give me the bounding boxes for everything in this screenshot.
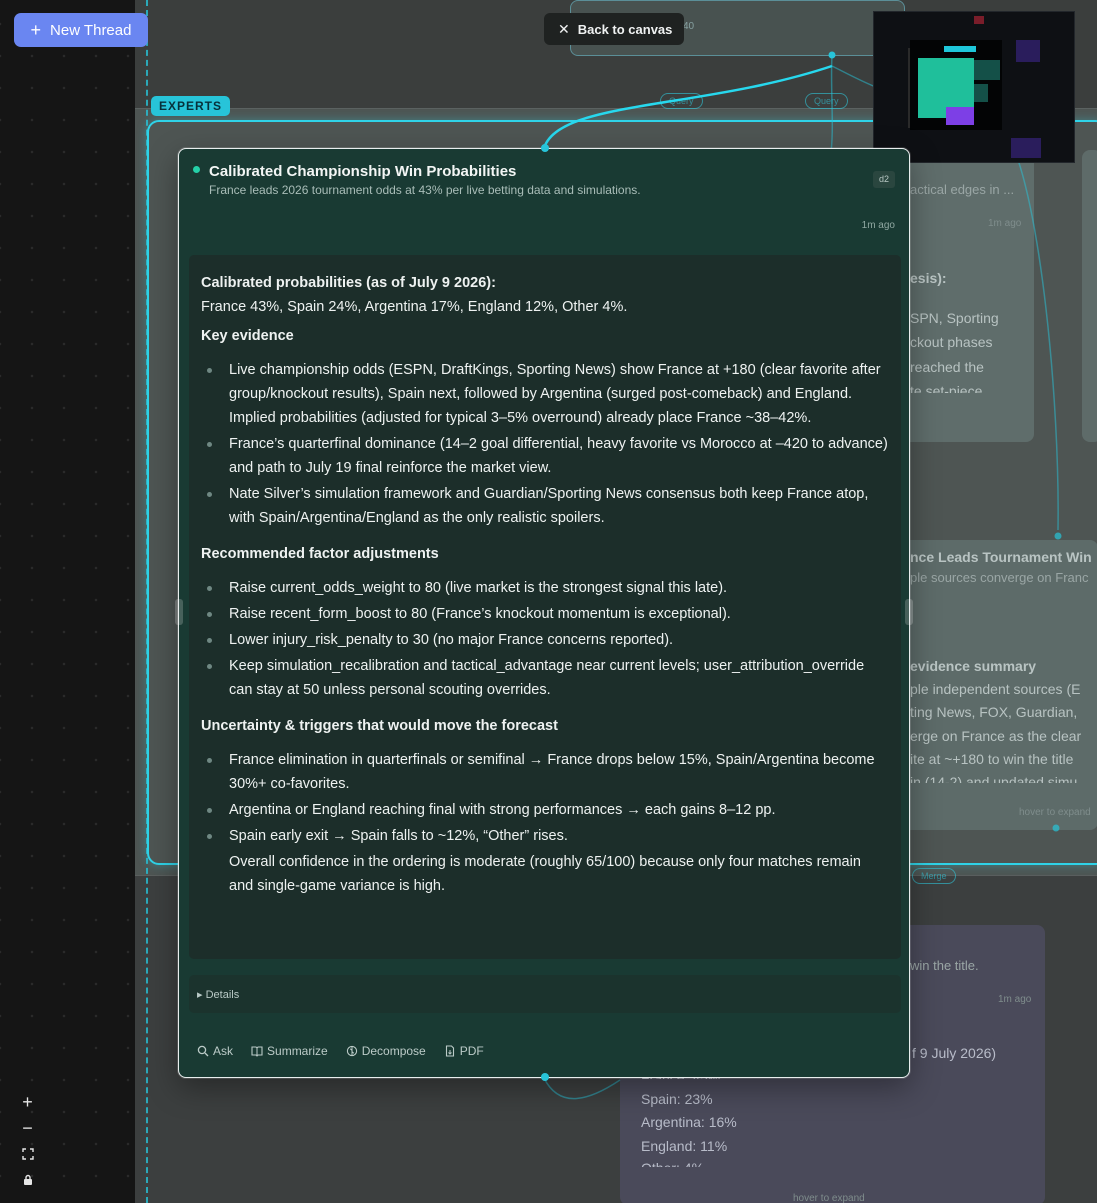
bg-card-bottom-subtitle: win the title. <box>910 958 979 973</box>
bg-card-bottom-line: England: 11% <box>641 1138 728 1154</box>
bg-card-right-1-line: reached the <box>910 359 984 375</box>
file-icon <box>445 1045 454 1057</box>
minimap-node <box>974 16 984 24</box>
brain-icon <box>346 1045 357 1057</box>
plus-icon: + <box>30 20 42 40</box>
bg-card-right-1-time: 1m ago <box>988 218 1022 229</box>
minus-icon[interactable]: − <box>14 1115 41 1141</box>
bg-card-right-1-line: ckout phases <box>910 334 993 350</box>
minimap-node <box>1011 138 1041 158</box>
list-item: France elimination in quarterfinals or s… <box>201 748 889 796</box>
card-title: Calibrated Championship Win Probabilitie… <box>209 163 517 180</box>
bg-card-right-2-line: erge on France as the clear <box>910 728 1082 744</box>
merge-pill[interactable]: Merge <box>912 868 956 884</box>
minimap[interactable] <box>873 11 1075 163</box>
new-thread-button[interactable]: + New Thread <box>14 13 148 47</box>
list-item: Live championship odds (ESPN, DraftKings… <box>201 358 889 430</box>
left-resize-handle[interactable] <box>175 599 183 625</box>
bg-card-right-2-subtitle: ple sources converge on Franc <box>910 570 1089 585</box>
card-body[interactable]: Calibrated probabilities (as of July 9 2… <box>189 255 901 959</box>
query-pill[interactable]: Query <box>660 93 703 109</box>
depth-badge: d2 <box>873 171 895 188</box>
list-item: Lower injury_risk_penalty to 30 (no majo… <box>201 628 889 652</box>
decompose-button[interactable]: Decompose <box>346 1044 426 1058</box>
list-item: Argentina or England reaching final with… <box>201 798 889 822</box>
pdf-button[interactable]: PDF <box>444 1044 484 1058</box>
closing-note: Overall confidence in the ordering is mo… <box>229 854 861 894</box>
fit-view-icon[interactable] <box>14 1141 41 1167</box>
back-to-canvas-label: Back to canvas <box>577 21 673 37</box>
card-subtitle: France leads 2026 tournament odds at 43%… <box>209 183 641 197</box>
list-item: Raise recent_form_boost to 80 (France’s … <box>201 602 889 626</box>
minimap-node <box>974 84 988 102</box>
triggers-list: France elimination in quarterfinals or s… <box>201 748 889 848</box>
bg-card-right-1-heading: esis): <box>910 270 947 286</box>
evidence-list: Live championship odds (ESPN, DraftKings… <box>201 358 889 530</box>
summarize-label: Summarize <box>267 1044 328 1058</box>
bg-card-right-2-line: ting News, FOX, Guardian, <box>910 704 1078 720</box>
list-item: Spain early exit → Spain falls to ~12%, … <box>201 824 889 848</box>
bg-card-bottom-heading: f 9 July 2026) <box>912 1045 997 1061</box>
probabilities-line: France 43%, Spain 24%, Argentina 17%, En… <box>201 299 628 315</box>
minimap-node <box>946 107 974 125</box>
zoom-controls: + − <box>14 1089 41 1193</box>
bg-card-right-1-line: SPN, Sporting <box>910 310 999 326</box>
decompose-label: Decompose <box>361 1044 426 1058</box>
bg-card-right-2-line: ite at ~+180 to win the title <box>910 751 1074 767</box>
list-item: France’s quarterfinal dominance (14–2 go… <box>201 432 889 480</box>
adjustments-list: Raise current_odds_weight to 80 (live ma… <box>201 576 889 702</box>
bg-card-right-2[interactable]: nce Leads Tournament Win ple sources con… <box>888 540 1097 830</box>
back-to-canvas-button[interactable]: ✕ Back to canvas <box>544 13 685 45</box>
bg-card-right-2-heading: evidence summary <box>910 658 1037 674</box>
minimap-node <box>944 46 976 52</box>
book-icon <box>251 1046 263 1057</box>
summarize-button[interactable]: Summarize <box>251 1044 328 1058</box>
minimap-node <box>974 60 1000 80</box>
lock-icon[interactable] <box>14 1167 41 1193</box>
search-icon <box>197 1045 209 1057</box>
details-toggle[interactable]: ▸ Details <box>189 975 901 1013</box>
section-heading: Key evidence <box>201 328 294 344</box>
bg-card-right-2-line: in (14-2) and updated simu <box>910 774 1078 783</box>
bg-card-right-2-hover-hint: hover to expand <box>1019 807 1091 818</box>
bg-card-bottom-line: Argentina: 16% <box>641 1114 737 1130</box>
bg-card-bottom-line: Other: 4% <box>641 1160 704 1167</box>
ask-label: Ask <box>213 1044 234 1058</box>
bg-card-right-2-title: nce Leads Tournament Win <box>910 549 1092 565</box>
card-actions: Ask Summarize Decompose PDF <box>197 1044 484 1058</box>
bg-card-far-right[interactable] <box>1082 150 1097 442</box>
query-pill[interactable]: Query <box>805 93 848 109</box>
new-thread-label: New Thread <box>50 21 132 39</box>
top-connection-handle[interactable] <box>541 144 549 152</box>
bg-card-top-number: 40 <box>683 21 695 32</box>
section-heading: Uncertainty & triggers that would move t… <box>201 718 558 734</box>
bg-card-right-2-line: ple independent sources (E <box>910 681 1081 697</box>
minimap-guide <box>908 48 910 128</box>
list-item: Nate Silver’s simulation framework and G… <box>201 482 889 530</box>
ask-button[interactable]: Ask <box>197 1044 233 1058</box>
experts-group-tag[interactable]: EXPERTS <box>151 96 231 116</box>
status-dot <box>193 166 200 173</box>
bg-card-bottom-line: Spain: 23% <box>641 1091 713 1107</box>
bg-card-right-1-subtitle: actical edges in ... <box>910 182 1015 197</box>
list-item: Raise current_odds_weight to 80 (live ma… <box>201 576 889 600</box>
close-icon: ✕ <box>558 20 570 37</box>
card-timestamp: 1m ago <box>861 220 895 231</box>
section-heading: Recommended factor adjustments <box>201 546 439 562</box>
bg-card-bottom-hover-hint: hover to expand <box>793 1193 865 1203</box>
bg-card-right-1-line: te set-piece <box>910 383 983 393</box>
right-resize-handle[interactable] <box>905 599 913 625</box>
minimap-node <box>1016 40 1040 62</box>
left-rail <box>0 0 135 1203</box>
bg-card-bottom-time: 1m ago <box>998 994 1032 1005</box>
focused-node-card[interactable]: Calibrated Championship Win Probabilitie… <box>175 144 913 1081</box>
list-item: Keep simulation_recalibration and tactic… <box>201 654 889 702</box>
section-heading: Calibrated probabilities (as of July 9 2… <box>201 275 496 291</box>
bottom-connection-handle[interactable] <box>541 1073 549 1081</box>
plus-icon[interactable]: + <box>14 1089 41 1115</box>
pdf-label: PDF <box>459 1044 484 1058</box>
